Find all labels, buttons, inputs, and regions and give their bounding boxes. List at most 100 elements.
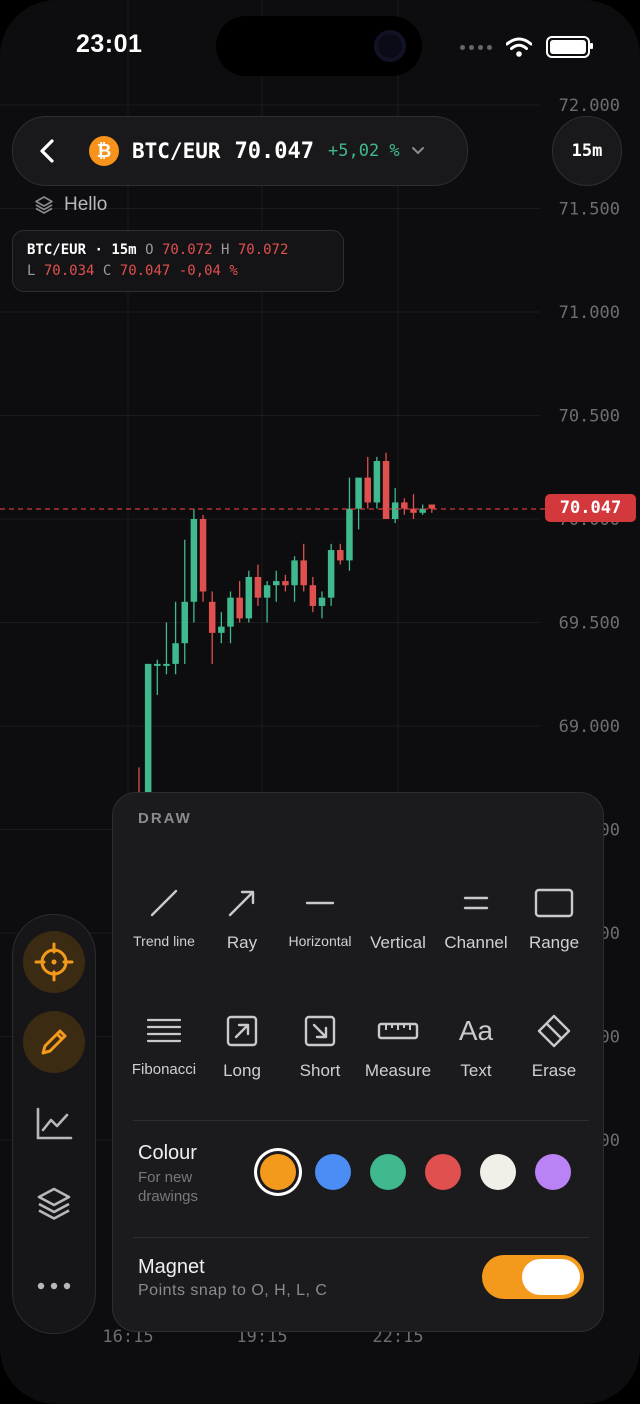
- candle: [391, 487, 399, 524]
- draw-panel-title: DRAW: [138, 810, 192, 827]
- tool-label: Range: [528, 933, 580, 952]
- price-tick: 69.500: [559, 614, 620, 634]
- tool-erase[interactable]: Erase: [515, 1009, 593, 1081]
- swatch-white[interactable]: [480, 1154, 516, 1190]
- ohlc-legend: BTC/EUR · 15m O 70.072 H 70.072 L 70.034…: [12, 230, 344, 292]
- candle-body: [327, 550, 335, 598]
- left-toolbar: [12, 914, 96, 1334]
- magnet-toggle[interactable]: [482, 1255, 584, 1299]
- back-button[interactable]: [19, 122, 77, 180]
- candle: [208, 591, 216, 664]
- pair-change: +5,02 %: [328, 141, 400, 161]
- candle-body: [318, 597, 326, 606]
- horizontal-line-icon: [305, 901, 335, 905]
- tool-label: Ray: [226, 933, 258, 952]
- tool-channel[interactable]: Channel: [437, 881, 515, 953]
- colour-subtitle: For new drawings: [138, 1169, 199, 1205]
- candle: [181, 539, 188, 664]
- tool-horizontal[interactable]: Horizontal: [281, 881, 359, 949]
- tool-short[interactable]: Short: [281, 1009, 359, 1081]
- tool-trend-line[interactable]: Trend line: [125, 881, 203, 949]
- more-button[interactable]: [23, 1255, 85, 1317]
- tool-vertical[interactable]: Vertical: [359, 881, 437, 953]
- ohlc-c-label: C: [102, 263, 112, 279]
- candle: [218, 612, 225, 644]
- candle-body: [309, 585, 317, 606]
- candle-body: [245, 576, 253, 619]
- candle-body: [300, 560, 307, 586]
- tool-label: Trend line: [133, 933, 195, 949]
- ohlc-l-value: 70.034: [43, 263, 95, 279]
- candle-body: [391, 502, 399, 519]
- ohlc-pair: BTC/EUR: [27, 242, 87, 258]
- layer-selector[interactable]: Hello: [34, 194, 107, 216]
- candle-body: [373, 461, 381, 503]
- wifi-icon: [506, 37, 532, 57]
- tool-label: Vertical: [370, 933, 426, 952]
- ohlc-change: -0,04 %: [178, 263, 238, 279]
- more-icon: [37, 1282, 71, 1290]
- tool-fibonacci[interactable]: Fibonacci: [125, 1009, 203, 1078]
- indicators-button[interactable]: [23, 1093, 85, 1155]
- candle: [227, 591, 234, 644]
- layers-icon: [35, 196, 53, 214]
- draw-button[interactable]: [23, 1011, 85, 1073]
- candle: [291, 556, 298, 602]
- tool-ray[interactable]: Ray: [203, 881, 281, 953]
- candle-body: [355, 477, 362, 509]
- chevron-left-icon: [40, 139, 54, 163]
- app-screen: 72.00071.50071.00070.50070.00069.50069.0…: [0, 0, 640, 1404]
- chevron-down-icon: [411, 147, 424, 154]
- price-tick: 71.000: [559, 303, 620, 323]
- tool-label: Horizontal: [288, 933, 352, 949]
- candle: [172, 601, 179, 675]
- candle-body: [282, 581, 289, 586]
- candle-body: [172, 643, 179, 664]
- tool-text[interactable]: Aa Text: [437, 1009, 515, 1081]
- candle-body: [364, 477, 371, 503]
- pair-selector[interactable]: ₿ BTC/EUR 70.047 +5,02 %: [12, 116, 468, 186]
- swatch-green[interactable]: [370, 1154, 406, 1190]
- ohlc-o-label: O: [145, 242, 154, 258]
- interval-button[interactable]: 15m: [552, 116, 622, 186]
- candle: [199, 514, 207, 602]
- ohlc-h-value: 70.072: [237, 242, 289, 258]
- trend-line-icon: [150, 889, 178, 917]
- candle: [236, 581, 243, 623]
- swatch-blue[interactable]: [315, 1154, 351, 1190]
- candle-body: [382, 461, 390, 519]
- candle-body: [263, 585, 271, 598]
- candle: [300, 543, 307, 592]
- signal-icon: [460, 44, 492, 50]
- tool-label: Measure: [364, 1061, 432, 1080]
- swatch-red[interactable]: [425, 1154, 461, 1190]
- candle-body: [227, 597, 234, 627]
- text-icon: Aa: [458, 1015, 494, 1046]
- ruler-icon: [377, 1022, 419, 1040]
- tool-label: Erase: [531, 1061, 577, 1080]
- crosshair-button[interactable]: [23, 931, 85, 993]
- candle-body: [199, 519, 207, 592]
- line-chart-icon: [36, 1107, 73, 1140]
- candle-body: [190, 519, 198, 602]
- candle-body: [401, 502, 408, 509]
- swatch-orange[interactable]: [260, 1154, 296, 1190]
- tool-label: Fibonacci: [131, 1061, 197, 1078]
- candle: [327, 543, 335, 606]
- price-tick: 69.000: [559, 717, 620, 737]
- tool-label: Short: [299, 1061, 341, 1080]
- tool-long[interactable]: Long: [203, 1009, 281, 1081]
- long-position-icon: [226, 1015, 258, 1047]
- tool-range[interactable]: Range: [515, 881, 593, 953]
- layers-button[interactable]: [23, 1173, 85, 1235]
- ohlc-h-label: H: [220, 242, 230, 258]
- tool-measure[interactable]: Measure: [359, 1009, 437, 1081]
- candle-body: [163, 663, 170, 666]
- candle-body: [346, 508, 353, 561]
- candle-body: [208, 601, 216, 633]
- candle: [337, 543, 344, 565]
- candle: [254, 564, 262, 606]
- ohlc-row-2: L 70.034 C 70.047 -0,04 %: [27, 261, 329, 282]
- swatch-purple[interactable]: [535, 1154, 571, 1190]
- bitcoin-icon: ₿: [89, 136, 119, 166]
